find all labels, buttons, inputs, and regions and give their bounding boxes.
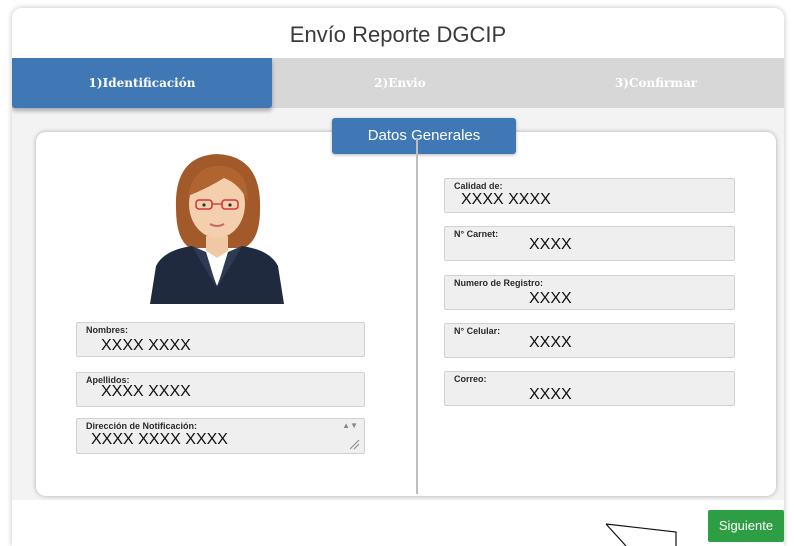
- calidad-label: Calidad de:: [454, 181, 503, 191]
- carnet-label: N° Carnet:: [454, 229, 499, 239]
- column-divider: [416, 138, 418, 494]
- registro-value: XXXX: [529, 290, 572, 307]
- carnet-field[interactable]: N° Carnet: XXXX: [444, 226, 735, 261]
- nombres-value: XXXX XXXX: [101, 337, 191, 354]
- apellidos-field[interactable]: Apellidos: XXXX XXXX: [76, 372, 365, 407]
- correo-label: Correo:: [454, 374, 487, 384]
- celular-label: N° Celular:: [454, 326, 501, 336]
- woman-avatar-icon: [150, 154, 284, 304]
- nombres-label: Nombres:: [86, 325, 129, 335]
- tab-confirmar[interactable]: 3)Confirmar: [528, 58, 784, 108]
- correo-value: XXXX: [529, 386, 572, 403]
- section-title: Datos Generales: [332, 118, 516, 154]
- resize-handle-icon[interactable]: [348, 438, 360, 450]
- datos-generales-card: Datos Generales Nombres: XXXX XXXX Apell…: [36, 118, 776, 496]
- celular-value: XXXX: [529, 334, 572, 351]
- report-panel: Envío Reporte DGCIP 1)Identificación 2)E…: [12, 8, 784, 546]
- direccion-field[interactable]: Dirección de Notificación: XXXX XXXX XXX…: [76, 418, 365, 454]
- registro-label: Numero de Registro:: [454, 278, 544, 288]
- direccion-label: Dirección de Notificación:: [86, 421, 198, 431]
- spin-icon[interactable]: ▲▼: [342, 421, 358, 430]
- registro-field[interactable]: Numero de Registro: XXXX: [444, 275, 735, 310]
- carnet-value: XXXX: [529, 236, 572, 253]
- correo-field[interactable]: Correo: XXXX: [444, 371, 735, 406]
- page-title: Envío Reporte DGCIP: [289, 22, 507, 47]
- apellidos-value: XXXX XXXX: [101, 383, 191, 400]
- calidad-field[interactable]: Calidad de: XXXX XXXX: [444, 178, 735, 213]
- direccion-value: XXXX XXXX XXXX: [91, 431, 228, 448]
- wizard-tabs: 1)Identificación 2)Envio 3)Confirmar: [12, 58, 784, 108]
- pointer-outline-icon: [605, 523, 677, 546]
- title-bar: Envío Reporte DGCIP: [12, 8, 784, 58]
- calidad-value: XXXX XXXX: [461, 191, 551, 208]
- siguiente-button[interactable]: Siguiente: [708, 510, 784, 542]
- tab-identificacion[interactable]: 1)Identificación: [12, 58, 272, 108]
- nombres-field[interactable]: Nombres: XXXX XXXX: [76, 322, 365, 357]
- tab-envio[interactable]: 2)Envio: [272, 58, 528, 108]
- celular-field[interactable]: N° Celular: XXXX: [444, 323, 735, 358]
